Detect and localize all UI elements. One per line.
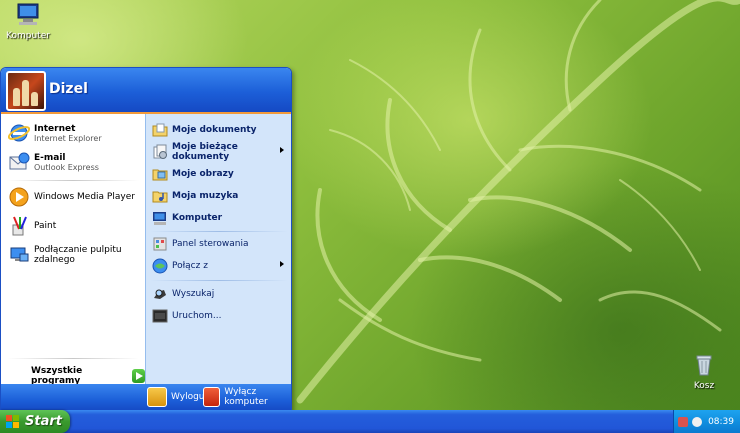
volume-icon[interactable]	[692, 416, 702, 427]
menu-item-title: Podłączanie pulpitu zdalnego	[34, 245, 122, 265]
folder-documents-icon	[152, 123, 168, 137]
divider	[150, 231, 288, 232]
menu-item-paint[interactable]: Paint	[1, 213, 145, 239]
start-menu-right-panel: Moje dokumenty Moje bieżące dokumenty Mo…	[145, 114, 291, 384]
menu-item-label: Uruchom...	[172, 311, 222, 321]
desktop: Komputer Kosz Dizel Internet Internet Ex…	[0, 0, 740, 410]
menu-item-title: Paint	[34, 221, 57, 231]
menu-item-connect-to[interactable]: Połącz z	[146, 256, 291, 276]
folder-pictures-icon	[152, 169, 168, 181]
menu-item-label: Połącz z	[172, 261, 208, 271]
menu-item-label: Moje obrazy	[172, 169, 234, 179]
menu-item-subtitle: Outlook Express	[34, 162, 99, 172]
shutdown-label: Wyłącz komputer	[224, 387, 268, 407]
desktop-icon-computer[interactable]: Komputer	[0, 2, 60, 41]
divider	[7, 180, 139, 181]
connect-icon	[152, 258, 168, 274]
menu-item-internet[interactable]: Internet Internet Explorer	[1, 120, 145, 146]
system-tray: 08:39	[673, 410, 740, 433]
recent-documents-icon	[153, 144, 167, 159]
submenu-arrow-icon	[280, 261, 284, 267]
menu-item-windows-media-player[interactable]: Windows Media Player	[1, 184, 145, 210]
menu-item-label: Panel sterowania	[172, 239, 249, 249]
shutdown-button[interactable]: Wyłącz komputer	[203, 387, 291, 407]
menu-item-email[interactable]: E-mail Outlook Express	[1, 149, 145, 175]
start-menu: Dizel Internet Internet Explorer E-mail …	[0, 67, 292, 410]
search-icon	[154, 289, 166, 299]
menu-item-label: Komputer	[172, 213, 223, 223]
menu-item-recent-documents[interactable]: Moje bieżące dokumenty	[146, 142, 291, 162]
menu-item-label: Moje dokumenty	[172, 125, 257, 135]
user-name: Dizel	[49, 81, 88, 97]
clock[interactable]: 08:39	[708, 417, 734, 427]
menu-item-label: Moje bieżące dokumenty	[172, 142, 238, 162]
divider	[150, 280, 288, 281]
computer-icon	[153, 212, 166, 225]
recycle-bin-icon	[696, 355, 712, 376]
menu-item-my-music[interactable]: Moja muzyka	[146, 186, 291, 206]
run-icon	[152, 309, 168, 323]
logoff-icon	[147, 387, 167, 407]
control-panel-icon	[153, 237, 167, 251]
remote-desktop-icon	[10, 247, 29, 262]
taskbar: Start 08:39	[0, 410, 740, 433]
network-icon[interactable]	[678, 416, 688, 427]
menu-item-title: Internet	[34, 123, 76, 134]
power-icon	[203, 387, 221, 407]
paint-icon	[12, 216, 27, 236]
divider	[7, 358, 139, 359]
menu-item-control-panel[interactable]: Panel sterowania	[146, 234, 291, 254]
user-avatar[interactable]	[6, 71, 46, 111]
desktop-icon-recycle-bin[interactable]: Kosz	[672, 352, 736, 391]
all-programs-label: Wszystkie programy	[31, 366, 83, 386]
submenu-arrow-icon	[280, 147, 284, 153]
desktop-icon-label: Kosz	[693, 381, 715, 391]
all-programs-button[interactable]: Wszystkie programy	[31, 366, 145, 386]
outlook-express-icon	[9, 152, 30, 170]
logoff-label: Wyloguj	[171, 392, 207, 402]
media-player-icon	[9, 187, 29, 207]
menu-item-my-documents[interactable]: Moje dokumenty	[146, 120, 291, 140]
logoff-button[interactable]: Wyloguj	[147, 387, 207, 407]
computer-icon	[17, 3, 39, 25]
menu-item-label: Wyszukaj	[172, 289, 215, 299]
windows-flag-icon	[6, 414, 19, 428]
menu-item-remote-desktop[interactable]: Podłączanie pulpitu zdalnego	[1, 242, 145, 268]
menu-item-subtitle: Internet Explorer	[34, 133, 102, 143]
internet-explorer-icon	[8, 124, 30, 142]
menu-item-my-pictures[interactable]: Moje obrazy	[146, 164, 291, 184]
folder-music-icon	[152, 191, 168, 203]
menu-item-run[interactable]: Uruchom...	[146, 306, 291, 326]
arrow-right-icon	[132, 369, 145, 383]
start-menu-header: Dizel	[1, 68, 291, 114]
start-label: Start	[25, 414, 62, 429]
start-menu-left-panel: Internet Internet Explorer E-mail Outloo…	[1, 114, 145, 386]
menu-item-computer[interactable]: Komputer	[146, 208, 291, 228]
menu-item-search[interactable]: Wyszukaj	[146, 284, 291, 304]
desktop-icon-label: Komputer	[6, 31, 50, 41]
menu-item-label: Moja muzyka	[172, 191, 239, 201]
menu-item-title: E-mail	[34, 152, 66, 163]
start-menu-footer: Wyloguj Wyłącz komputer	[1, 384, 291, 410]
start-button[interactable]: Start	[0, 410, 70, 433]
menu-item-title: Windows Media Player	[34, 192, 135, 202]
